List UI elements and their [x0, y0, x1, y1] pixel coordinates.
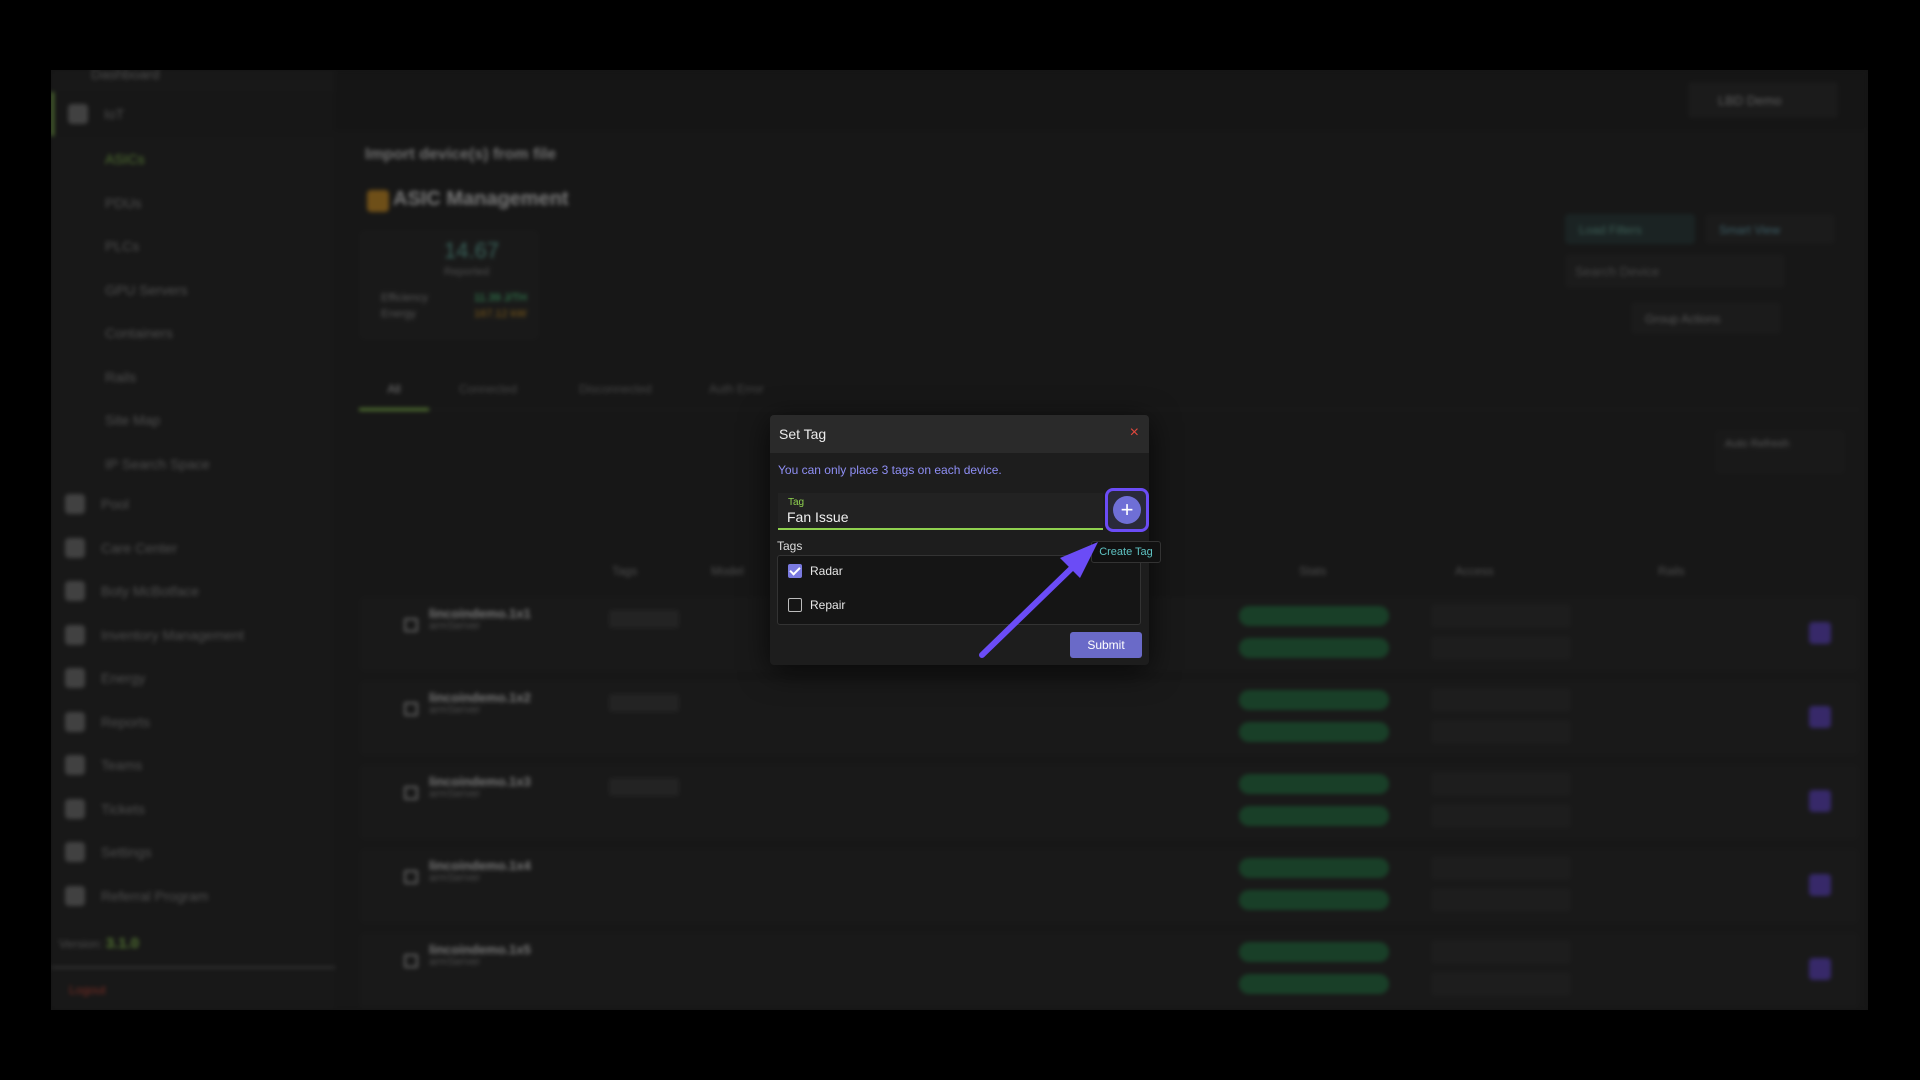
submit-button[interactable]: Submit	[1070, 632, 1142, 658]
tag-option-radar[interactable]: Radar	[788, 564, 843, 578]
close-icon[interactable]: ×	[1130, 424, 1139, 442]
dialog-title: Set Tag	[779, 426, 827, 442]
set-tag-dialog: Set Tag × You can only place 3 tags on e…	[770, 415, 1149, 665]
tag-option-repair[interactable]: Repair	[788, 598, 845, 612]
tag-limit-note: You can only place 3 tags on each device…	[778, 463, 1002, 477]
tag-field-label: Tag	[788, 497, 805, 508]
tags-section-label: Tags	[777, 539, 803, 553]
checkbox-unchecked[interactable]	[788, 598, 802, 612]
tag-options-list: Radar Repair	[777, 555, 1141, 625]
tag-field[interactable]: Tag	[778, 493, 1103, 530]
plus-icon: +	[1113, 496, 1141, 524]
tag-input[interactable]	[787, 508, 1087, 526]
create-tag-button[interactable]: +	[1105, 488, 1149, 532]
modal-overlay: Set Tag × You can only place 3 tags on e…	[0, 0, 1920, 1080]
create-tag-tooltip: Create Tag	[1091, 541, 1161, 563]
checkbox-checked[interactable]	[788, 564, 802, 578]
dialog-header: Set Tag ×	[770, 415, 1149, 453]
